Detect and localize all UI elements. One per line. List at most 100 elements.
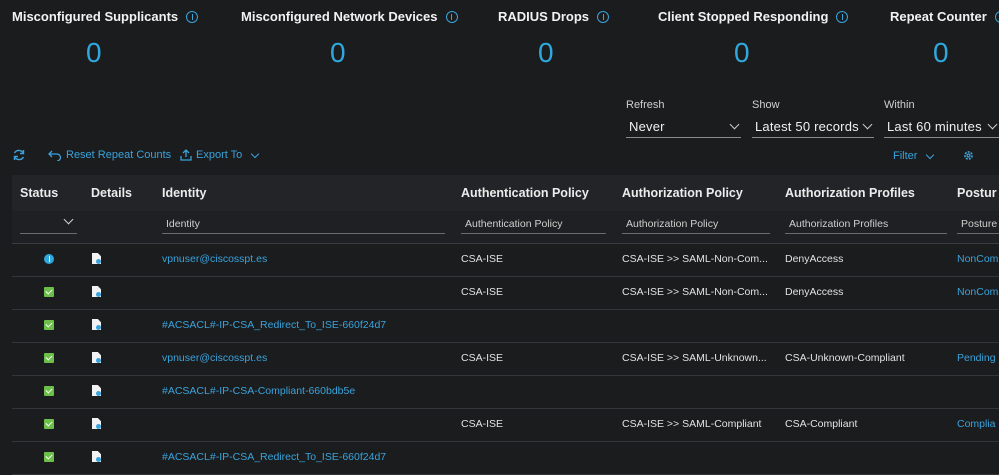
table-row[interactable]: vpnuser@ciscosspt.es CSA-ISE CSA-ISE >> … <box>12 244 999 277</box>
export-icon <box>180 149 192 161</box>
counter-radius-drops: RADIUS Drops 0 <box>498 9 610 68</box>
identity-cell[interactable]: #ACSACL#-IP-CSA_Redirect_To_ISE-660f24d7 <box>162 319 386 331</box>
authorization-profiles-filter-input[interactable]: Authorization Profiles <box>785 218 947 234</box>
authentication-policy-cell: CSA-ISE <box>461 418 504 430</box>
table-row[interactable]: CSA-ISE CSA-ISE >> SAML-Non-Com... DenyA… <box>12 277 999 310</box>
check-status-icon <box>44 353 54 363</box>
table-row[interactable]: CSA-ISE CSA-ISE >> SAML-Compliant CSA-Co… <box>12 409 999 442</box>
info-icon[interactable] <box>597 10 610 23</box>
authorization-profile-cell: CSA-Compliant <box>785 418 858 430</box>
authentication-policy-cell: CSA-ISE <box>461 352 504 364</box>
posture-cell[interactable]: Complia <box>957 418 996 430</box>
counter-repeat-counter: Repeat Counter 0 <box>890 9 999 68</box>
info-icon[interactable] <box>445 10 458 23</box>
column-header-details[interactable]: Details <box>91 186 132 200</box>
details-icon[interactable] <box>92 451 101 462</box>
show-value: Latest 50 records <box>755 118 859 134</box>
chevron-down-icon <box>987 119 998 129</box>
refresh-button[interactable] <box>12 148 26 162</box>
reset-label: Reset Repeat Counts <box>66 149 172 161</box>
within-filter: Within Last 60 minutes <box>884 99 999 138</box>
counter-value[interactable]: 0 <box>330 37 346 69</box>
authorization-policy-cell: CSA-ISE >> SAML-Unknown... <box>622 352 767 364</box>
details-icon[interactable] <box>92 319 101 330</box>
chevron-down-icon <box>63 218 74 225</box>
authorization-policy-filter-input[interactable]: Authorization Policy <box>622 218 770 234</box>
counter-value[interactable]: 0 <box>86 37 102 69</box>
table-row[interactable]: #ACSACL#-IP-CSA_Redirect_To_ISE-660f24d7 <box>12 442 999 475</box>
chevron-down-icon <box>729 119 740 129</box>
refresh-label: Refresh <box>626 99 665 111</box>
column-header-authorization-profiles[interactable]: Authorization Profiles <box>785 186 915 200</box>
identity-cell[interactable]: vpnuser@ciscosspt.es <box>162 352 267 364</box>
check-status-icon <box>44 386 54 396</box>
chevron-down-icon <box>862 119 873 129</box>
authentication-policy-cell: CSA-ISE <box>461 253 504 265</box>
filter-button[interactable]: Filter <box>893 150 935 162</box>
counter-misconfigured-supplicants: Misconfigured Supplicants 0 <box>12 9 199 68</box>
events-table: Status Details Identity Authentication P… <box>12 175 999 475</box>
info-status-icon <box>44 254 54 264</box>
identity-filter-input[interactable]: Identity <box>162 218 445 234</box>
reset-repeat-counts-button[interactable]: Reset Repeat Counts <box>48 149 171 161</box>
column-header-identity[interactable]: Identity <box>162 186 206 200</box>
identity-cell[interactable]: vpnuser@ciscosspt.es <box>162 253 267 265</box>
show-label: Show <box>752 99 780 111</box>
counter-value[interactable]: 0 <box>538 37 554 69</box>
counter-value[interactable]: 0 <box>933 37 949 69</box>
table-row[interactable]: #ACSACL#-IP-CSA-Compliant-660bdb5e <box>12 376 999 409</box>
column-header-posture[interactable]: Postur <box>957 186 997 200</box>
identity-cell[interactable]: #ACSACL#-IP-CSA_Redirect_To_ISE-660f24d7 <box>162 451 386 463</box>
details-icon[interactable] <box>92 385 101 396</box>
chevron-down-icon <box>251 149 260 158</box>
info-icon[interactable] <box>994 10 999 23</box>
undo-icon <box>48 150 62 161</box>
identity-cell[interactable]: #ACSACL#-IP-CSA-Compliant-660bdb5e <box>162 385 355 397</box>
authentication-policy-filter-input[interactable]: Authentication Policy <box>461 218 606 234</box>
settings-button[interactable] <box>962 149 975 162</box>
column-header-status[interactable]: Status <box>20 186 58 200</box>
posture-cell[interactable]: Pending <box>957 352 996 364</box>
table-row[interactable]: vpnuser@ciscosspt.es CSA-ISE CSA-ISE >> … <box>12 343 999 376</box>
authorization-profile-cell: DenyAccess <box>785 253 844 265</box>
info-icon[interactable] <box>186 10 199 23</box>
column-header-authentication-policy[interactable]: Authentication Policy <box>461 186 589 200</box>
show-filter: Show Latest 50 records <box>752 99 874 138</box>
check-status-icon <box>44 419 54 429</box>
counter-value[interactable]: 0 <box>734 37 750 69</box>
posture-cell[interactable]: NonCom <box>957 286 998 298</box>
within-select[interactable]: Last 60 minutes <box>884 115 999 138</box>
within-label: Within <box>884 99 915 111</box>
counter-title: Misconfigured Supplicants <box>12 9 179 24</box>
table-header: Status Details Identity Authentication P… <box>12 175 999 212</box>
counter-title: Repeat Counter <box>890 9 987 24</box>
details-icon[interactable] <box>92 286 101 297</box>
column-header-authorization-policy[interactable]: Authorization Policy <box>622 186 743 200</box>
chevron-down-icon <box>926 150 935 159</box>
counter-title: Misconfigured Network Devices <box>241 9 438 24</box>
posture-cell[interactable]: NonCom <box>957 253 998 265</box>
check-status-icon <box>44 287 54 297</box>
toolbar: Reset Repeat Counts Export To Filter <box>0 146 999 166</box>
export-to-button[interactable]: Export To <box>180 149 260 161</box>
gear-icon <box>964 151 973 160</box>
info-icon[interactable] <box>836 10 849 23</box>
table-row[interactable]: #ACSACL#-IP-CSA_Redirect_To_ISE-660f24d7 <box>12 310 999 343</box>
filter-label: Filter <box>893 150 918 162</box>
counter-title: Client Stopped Responding <box>658 9 829 24</box>
details-icon[interactable] <box>92 352 101 363</box>
refresh-icon <box>13 149 25 161</box>
details-icon[interactable] <box>92 253 101 264</box>
check-status-icon <box>44 452 54 462</box>
authorization-policy-cell: CSA-ISE >> SAML-Non-Com... <box>622 253 768 265</box>
authorization-profile-cell: CSA-Unknown-Compliant <box>785 352 905 364</box>
status-filter-select[interactable] <box>20 218 77 234</box>
refresh-select[interactable]: Never <box>626 115 741 138</box>
table-body: vpnuser@ciscosspt.es CSA-ISE CSA-ISE >> … <box>12 244 999 475</box>
export-label: Export To <box>196 149 243 161</box>
posture-filter-input[interactable]: Posture <box>957 218 999 234</box>
within-value: Last 60 minutes <box>887 118 982 134</box>
counter-client-stopped-responding: Client Stopped Responding 0 <box>658 9 849 68</box>
show-select[interactable]: Latest 50 records <box>752 115 874 138</box>
details-icon[interactable] <box>92 418 101 429</box>
